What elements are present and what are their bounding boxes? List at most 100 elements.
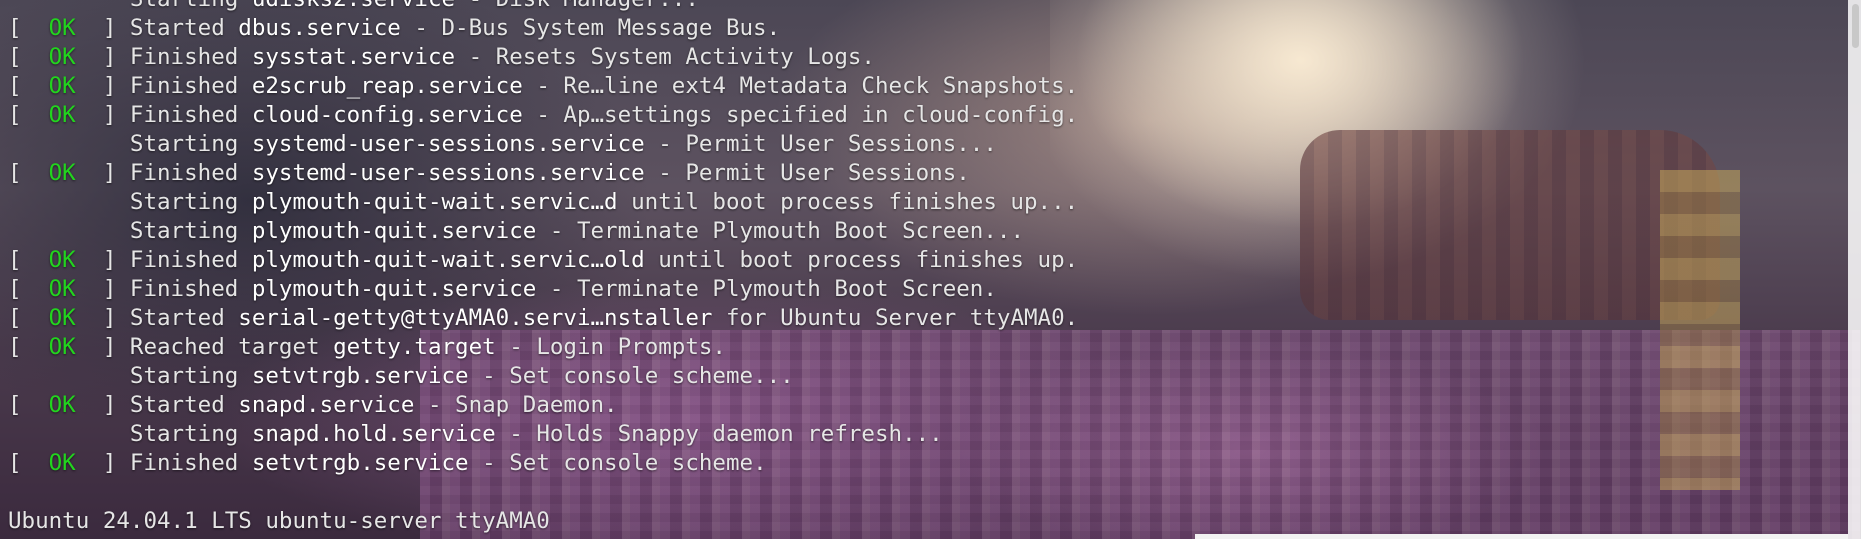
- status-indicator: [ OK ]: [8, 15, 130, 41]
- log-description: Login Prompts.: [536, 334, 726, 360]
- status-indicator: [ OK ]: [8, 247, 130, 273]
- log-line: [ OK ] Finished plymouth-quit-wait.servi…: [8, 246, 1828, 275]
- log-description: Permit User Sessions.: [685, 160, 970, 186]
- log-description: Disk Manager...: [496, 0, 699, 12]
- log-unit: e2scrub_reap.service: [251, 73, 523, 99]
- status-indicator: [ OK ]: [8, 392, 130, 418]
- log-line: [ OK ] Started dbus.service - D-Bus Syst…: [8, 15, 781, 41]
- log-description: Set console scheme.: [509, 450, 767, 476]
- status-indicator: [ OK ]: [8, 44, 130, 70]
- log-description: Terminate Plymouth Boot Screen.: [576, 276, 997, 302]
- log-unit: cloud-config.service: [251, 102, 523, 128]
- log-description: until boot process finishes up.: [658, 247, 1079, 273]
- log-unit: udisks2.service: [252, 0, 455, 12]
- ok-badge: OK: [48, 392, 76, 418]
- status-indicator: [ OK ]: [8, 102, 130, 128]
- log-description: Holds Snappy daemon refresh...: [536, 421, 943, 447]
- ok-badge: OK: [48, 450, 76, 476]
- log-description: Set console scheme...: [509, 363, 794, 389]
- log-unit: setvtrgb.service: [251, 363, 469, 389]
- status-indicator: [8, 0, 130, 12]
- log-action: Started: [129, 15, 225, 41]
- ok-badge: OK: [48, 160, 76, 186]
- log-action: Starting: [129, 131, 239, 157]
- log-description: Resets System Activity Logs.: [495, 44, 875, 70]
- log-line: [ OK ] Finished setvtrgb.service - Set c…: [8, 450, 767, 476]
- log-action: Starting: [129, 421, 239, 447]
- log-description: Permit User Sessions...: [685, 131, 997, 157]
- ok-badge: OK: [48, 102, 76, 128]
- ok-badge: OK: [48, 334, 76, 360]
- log-action: Started: [129, 392, 225, 418]
- log-description: Ap…settings specified in cloud-config.: [563, 102, 1079, 128]
- log-line: Starting udisks2.service - Disk Manager.…: [8, 0, 1828, 14]
- log-description: Snap Daemon.: [455, 392, 618, 418]
- log-line: Starting snapd.hold.service - Holds Snap…: [8, 420, 1828, 449]
- log-action: Finished: [129, 276, 239, 302]
- log-line: [ OK ] Finished sysstat.service - Resets…: [8, 44, 875, 70]
- log-line: [ OK ] Finished e2scrub_reap.service - R…: [8, 73, 1079, 99]
- log-action: Finished: [129, 73, 239, 99]
- log-line: Starting plymouth-quit-wait.servic…d unt…: [8, 188, 1828, 217]
- log-action: Finished: [129, 160, 239, 186]
- status-indicator: [ OK ]: [8, 73, 130, 99]
- log-line: [ OK ] Started serial-getty@ttyAMA0.serv…: [8, 304, 1828, 333]
- log-unit: systemd-user-sessions.service: [251, 160, 645, 186]
- log-unit: plymouth-quit.service: [251, 276, 537, 302]
- log-unit: dbus.service: [238, 15, 401, 41]
- log-unit: setvtrgb.service: [251, 450, 469, 476]
- log-unit: plymouth-quit-wait.servic…old: [251, 247, 645, 273]
- status-indicator: [ OK ]: [8, 276, 130, 302]
- log-line: Starting systemd-user-sessions.service -…: [8, 130, 1828, 159]
- login-banner: Ubuntu 24.04.1 LTS ubuntu-server ttyAMA0: [8, 508, 550, 534]
- log-line: [ OK ] Finished cloud-config.service - A…: [8, 102, 1079, 128]
- log-unit: snapd.hold.service: [251, 421, 496, 447]
- log-line: [ OK ] Finished systemd-user-sessions.se…: [8, 160, 970, 186]
- log-description: Terminate Plymouth Boot Screen...: [576, 218, 1024, 244]
- scrollbar-thumb[interactable]: [1852, 4, 1859, 48]
- ok-badge: OK: [48, 305, 76, 331]
- status-indicator: [ OK ]: [8, 160, 130, 186]
- log-line: [ OK ] Finished plymouth-quit.service - …: [8, 276, 997, 302]
- status-indicator: [8, 189, 130, 215]
- terminal-window: Starting udisks2.service - Disk Manager.…: [0, 0, 1861, 539]
- log-action: Started: [129, 305, 225, 331]
- boot-log-output: Starting udisks2.service - Disk Manager.…: [8, 0, 1828, 539]
- log-description: until boot process finishes up...: [631, 189, 1079, 215]
- log-description: Re…line ext4 Metadata Check Snapshots.: [563, 73, 1079, 99]
- ok-badge: OK: [48, 73, 76, 99]
- log-line: Starting setvtrgb.service - Set console …: [8, 362, 1828, 391]
- vertical-scrollbar[interactable]: [1848, 0, 1861, 539]
- log-unit: plymouth-quit-wait.servic…d: [251, 189, 618, 215]
- status-indicator: [8, 363, 130, 389]
- ok-badge: OK: [48, 15, 76, 41]
- log-unit: snapd.service: [238, 392, 415, 418]
- bottom-edge-strip: [1195, 534, 1848, 539]
- log-unit: sysstat.service: [251, 44, 456, 70]
- log-action: Finished: [129, 247, 239, 273]
- ok-badge: OK: [48, 247, 76, 273]
- log-action: Starting: [130, 0, 238, 12]
- log-unit: getty.target: [333, 334, 496, 360]
- status-indicator: [ OK ]: [8, 305, 130, 331]
- status-indicator: [8, 131, 130, 157]
- log-action: Starting: [129, 218, 239, 244]
- log-unit: plymouth-quit.service: [251, 218, 537, 244]
- ok-badge: OK: [48, 44, 76, 70]
- log-unit: systemd-user-sessions.service: [251, 131, 645, 157]
- log-action: Finished: [129, 450, 239, 476]
- log-action: Reached target: [129, 334, 320, 360]
- log-action: Starting: [129, 189, 239, 215]
- log-line: [ OK ] Started snapd.service - Snap Daem…: [8, 392, 618, 418]
- log-action: Finished: [129, 102, 239, 128]
- log-line: Starting plymouth-quit.service - Termina…: [8, 217, 1828, 246]
- status-indicator: [ OK ]: [8, 334, 130, 360]
- status-indicator: [8, 421, 130, 447]
- log-action: Starting: [129, 363, 239, 389]
- log-description: for Ubuntu Server ttyAMA0.: [725, 305, 1079, 331]
- status-indicator: [ OK ]: [8, 450, 130, 476]
- log-action: Finished: [129, 44, 239, 70]
- log-line: [ OK ] Reached target getty.target - Log…: [8, 334, 726, 360]
- log-description: D-Bus System Message Bus.: [441, 15, 781, 41]
